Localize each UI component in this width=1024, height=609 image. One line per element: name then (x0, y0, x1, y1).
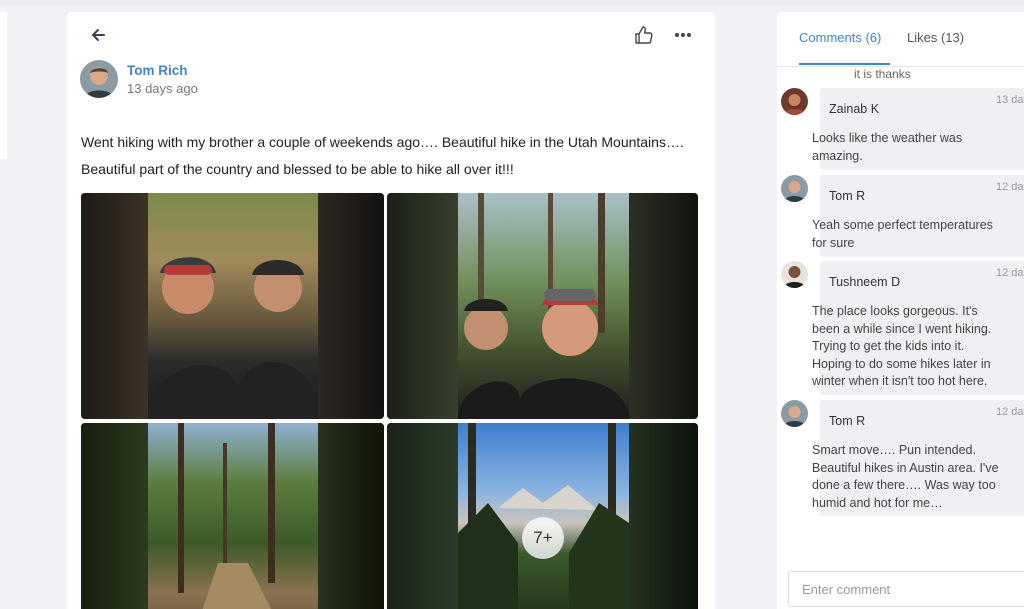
thumbs-up-icon (635, 26, 653, 44)
top-bar (0, 0, 1024, 6)
comment-line: Looks like the weather was (812, 131, 963, 145)
back-button[interactable] (87, 24, 109, 46)
comment-line: winter when it isn't too hot here. (812, 374, 988, 388)
active-tab-indicator (799, 63, 890, 65)
author-name[interactable]: Tom Rich (127, 63, 188, 78)
more-options-icon (675, 33, 691, 37)
comment-text: Smart move…. Pun intended. Beautiful hik… (812, 442, 1012, 512)
commenter-avatar[interactable] (781, 175, 808, 202)
post-card: Tom Rich 13 days ago Went hiking with my… (67, 12, 715, 609)
more-photos-badge[interactable]: 7+ (522, 517, 564, 559)
comment-time: 12 days ago (996, 406, 1024, 418)
commenter-avatar[interactable] (781, 261, 808, 288)
comment-text-partial: it is thanks (854, 67, 911, 81)
comment-line: Trying to get the kids into it. (812, 339, 965, 353)
commenter-name: Tushneem D (829, 275, 901, 289)
commenter-name: Tom R (829, 414, 866, 428)
left-panel-edge (0, 12, 7, 159)
post-photo[interactable] (81, 423, 384, 609)
comment-line: Smart move…. Pun intended. (812, 443, 976, 457)
comment-time: 12 days ago (996, 267, 1024, 279)
comment-time: 12 days ago (996, 181, 1024, 193)
comment-text: Yeah some perfect temperatures for sure (812, 217, 1012, 252)
tab-likes[interactable]: Likes (13) (907, 30, 964, 45)
comment-line: been a while since I went hiking. (812, 321, 992, 336)
post-text-line: Beautiful part of the country and blesse… (81, 161, 514, 177)
panel-tabs: Comments (6) Likes (13) (777, 12, 1024, 67)
tab-comments[interactable]: Comments (6) (799, 30, 881, 45)
post-photo[interactable] (387, 193, 698, 419)
post-body: Went hiking with my brother a couple of … (81, 129, 711, 183)
commenter-name: Tom R (829, 189, 866, 203)
post-text-line: Went hiking with my brother a couple of … (81, 134, 684, 150)
comment-line: Yeah some perfect temperatures (812, 218, 993, 232)
post-timestamp: 13 days ago (127, 81, 198, 96)
comment-line: done a few there…. Was way too (812, 478, 996, 492)
author-avatar[interactable] (80, 60, 118, 98)
comment-text: The place looks gorgeous. It's been a wh… (812, 303, 1012, 391)
comments-panel: Comments (6) Likes (13) it is thanks Zai… (777, 12, 1024, 609)
like-button[interactable] (633, 24, 655, 46)
comment-line: Hoping to do some hikes later in (812, 356, 991, 371)
comment-line: Beautiful hikes in Austin area. I've (812, 460, 999, 475)
post-photo[interactable] (81, 193, 384, 419)
comment-text: Looks like the weather was amazing. (812, 130, 1012, 165)
commenter-avatar[interactable] (781, 88, 808, 115)
comment-line: humid and hot for me… (812, 495, 943, 510)
commenter-avatar[interactable] (781, 400, 808, 427)
comment-line: amazing. (812, 148, 863, 163)
comment-time: 13 days ago (996, 94, 1024, 106)
comment-input[interactable] (788, 571, 1024, 607)
post-photo[interactable]: 7+ (387, 423, 698, 609)
back-arrow-icon (92, 29, 105, 41)
comment-line: The place looks gorgeous. It's (812, 304, 978, 318)
comment-line: for sure (812, 235, 855, 250)
commenter-name: Zainab K (829, 102, 880, 116)
more-options-button[interactable] (671, 24, 695, 46)
